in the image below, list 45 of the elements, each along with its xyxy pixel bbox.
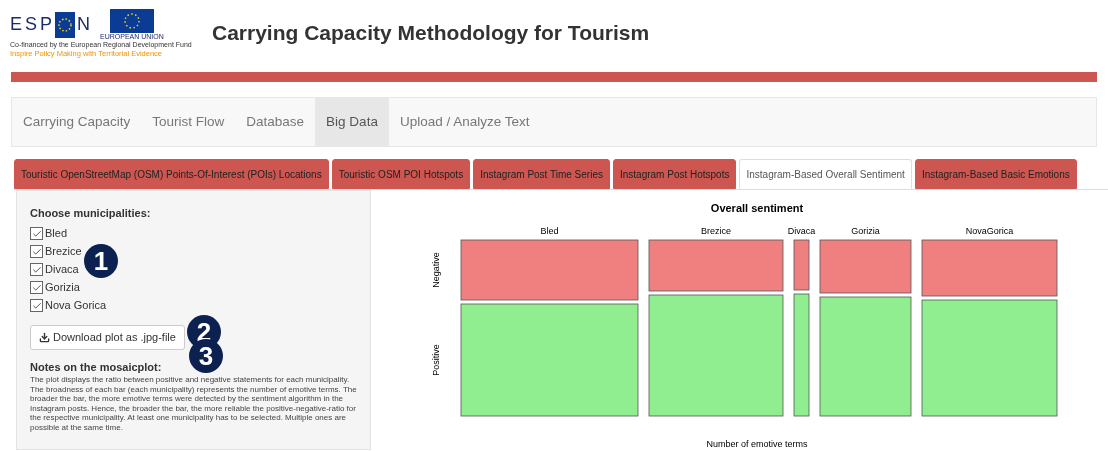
number-badge: 1 (84, 244, 118, 278)
x-axis-label: Number of emotive terms (706, 439, 808, 449)
logo-text: N (77, 13, 91, 36)
notes-text: The plot displays the ratio between positive and negative statements for each municipality. The broadness of each bar (each municipality) represents the number of emotive terms. The broader the bar, the more emotive terms were detected by the sentiment algorithm in the Instagram posts. Hence, the broader the bar, the more reliable the positive-negative-ratio for the respective municipality. At least one municipality has to be selected. Multiple ones are possible at the same time. (30, 375, 358, 432)
checkbox-label: Bled (45, 226, 68, 242)
tab[interactable]: Touristic OpenStreetMap (OSM) Points-Of-Interest (POIs) Locations (14, 159, 329, 189)
check-icon (31, 228, 42, 239)
category-label: Brezice (701, 226, 731, 236)
checkbox[interactable] (30, 227, 43, 240)
nav-link[interactable]: Upload / Analyze Text (388, 98, 541, 146)
checkbox-label: Divaca (45, 262, 79, 278)
nav-link[interactable]: Big Data (315, 98, 389, 146)
check-icon (31, 300, 42, 311)
category-label: NovaGorica (965, 226, 1014, 236)
tab[interactable]: Touristic OSM POI Hotspots (331, 159, 471, 189)
notes-heading: Notes on the mosaicplot: (30, 359, 162, 375)
tab[interactable]: Instagram-Based Overall Sentiment (739, 159, 912, 189)
download-button[interactable]: Download plot as .jpg-file (30, 324, 185, 350)
checkbox-label: Gorizia (45, 280, 80, 296)
page-title: Carrying Capacity Methodology for Tourism (212, 20, 650, 47)
checkbox[interactable] (30, 299, 43, 312)
checkbox[interactable] (30, 281, 43, 294)
category-label: Divaca (787, 226, 816, 236)
tab[interactable]: Instagram Post Hotspots (612, 159, 737, 189)
nav-link[interactable]: Carrying Capacity (12, 98, 142, 146)
plot-title: Overall sentiment (710, 202, 804, 214)
checkbox[interactable] (30, 263, 43, 276)
checkbox[interactable] (30, 245, 43, 258)
checkbox-label: Brezice (45, 244, 82, 260)
check-icon (31, 282, 42, 293)
category-label: Bled (540, 226, 559, 236)
row-label: Positive (431, 344, 441, 376)
nav-link[interactable]: Tourist Flow (141, 98, 236, 146)
nav-link[interactable]: Database (235, 98, 316, 146)
download-icon (39, 331, 50, 343)
row-label: Negative (431, 252, 441, 288)
check-icon (31, 264, 42, 275)
check-icon (31, 246, 42, 257)
tab[interactable]: Instagram-Based Basic Emotions (914, 159, 1077, 189)
logo-text: ESP (10, 13, 56, 36)
tab[interactable]: Instagram Post Time Series (473, 159, 610, 189)
checkbox-label: Nova Gorica (45, 298, 107, 314)
section-heading: Choose municipalities: (30, 206, 152, 221)
category-label: Gorizia (851, 226, 880, 236)
eu-flag-icon (109, 8, 154, 33)
